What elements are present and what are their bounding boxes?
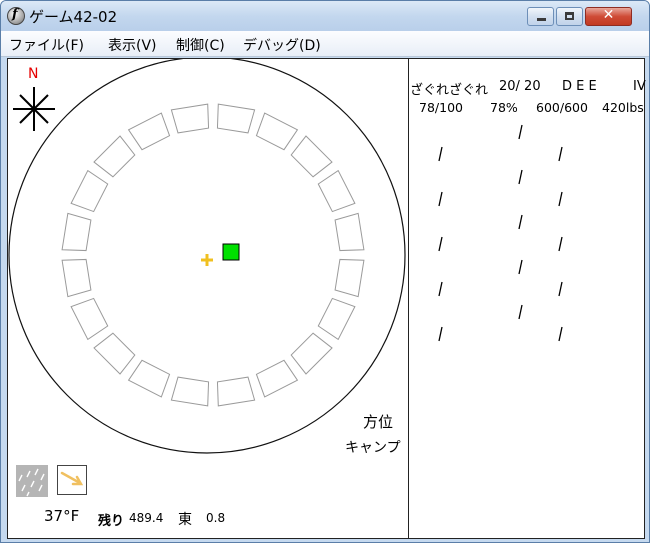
rain-streak <box>518 304 523 320</box>
ring-segment <box>290 332 333 375</box>
ring-segment <box>127 359 171 398</box>
rain-streak <box>438 326 443 342</box>
ring-segment <box>334 212 365 252</box>
ring-segment <box>70 169 109 213</box>
ring-segment <box>255 112 299 151</box>
remaining-value: 489.4 <box>129 511 164 525</box>
ring-segment <box>216 376 256 407</box>
east-value: 0.8 <box>206 511 226 525</box>
rain-effect <box>438 124 563 342</box>
rain-streak <box>438 146 443 162</box>
menu-bar: ファイル(F) 表示(V) 制御(C) デバッグ(D) <box>1 31 649 57</box>
wind-arrow-icon <box>57 465 87 495</box>
rain-streak <box>518 169 523 185</box>
title-bar[interactable]: f ゲーム42-02 ✕ <box>1 1 649 31</box>
rain-streak <box>518 259 523 275</box>
rain-streak <box>518 214 523 230</box>
maximize-button[interactable] <box>556 7 583 26</box>
compass-north-label: N <box>28 66 39 82</box>
target-marker-icon <box>201 254 213 266</box>
ring-segment <box>127 112 171 151</box>
rain-streak <box>558 281 563 297</box>
rain-streak <box>438 191 443 207</box>
game-window: f ゲーム42-02 ✕ ファイル(F) 表示(V) 制御(C) デバッグ(D) <box>0 0 650 543</box>
rain-streak <box>438 281 443 297</box>
menu-view[interactable]: 表示(V) <box>108 35 157 55</box>
ring-segment <box>93 135 136 178</box>
location-label: キャンプ <box>345 440 401 456</box>
rain-icon <box>16 465 48 497</box>
ring-segment <box>61 212 92 252</box>
menu-control[interactable]: 制御(C) <box>176 35 225 55</box>
minimize-icon <box>537 18 546 21</box>
rain-streak <box>558 326 563 342</box>
maximize-icon <box>565 12 574 20</box>
rain-streak <box>558 191 563 207</box>
ring-segment <box>255 359 299 398</box>
rain-streak <box>558 236 563 252</box>
direction-label: 方位 <box>363 413 394 431</box>
ring-segment <box>216 103 256 134</box>
ring-segment <box>93 332 136 375</box>
ring-segment <box>317 297 356 341</box>
flash-icon[interactable]: f <box>7 7 25 25</box>
ring-segment <box>170 376 210 407</box>
compass-icon <box>13 87 55 131</box>
close-button[interactable]: ✕ <box>585 7 632 26</box>
minimize-button[interactable] <box>527 7 554 26</box>
ring-segment <box>317 169 356 213</box>
close-icon: ✕ <box>602 7 615 23</box>
player-marker[interactable] <box>222 243 240 261</box>
menu-debug[interactable]: デバッグ(D) <box>243 35 321 55</box>
segment-ring <box>61 103 365 407</box>
ring-segment <box>334 258 365 298</box>
window-title: ゲーム42-02 <box>29 8 118 26</box>
ring-segment <box>290 135 333 178</box>
rain-streak <box>558 146 563 162</box>
ring-segment <box>70 297 109 341</box>
ring-segment <box>170 103 210 134</box>
temperature-value: 37°F <box>44 507 80 525</box>
game-area[interactable]: N 方位 キャンプ 37°F 残り 489.4 東 0.8 ざぐれざぐれ 20/… <box>7 58 646 539</box>
rain-streak <box>438 236 443 252</box>
east-label: 東 <box>178 512 192 528</box>
remaining-label: 残り <box>98 514 125 529</box>
menu-file[interactable]: ファイル(F) <box>9 35 84 55</box>
ring-segment <box>61 258 92 298</box>
rain-streak <box>518 124 523 140</box>
